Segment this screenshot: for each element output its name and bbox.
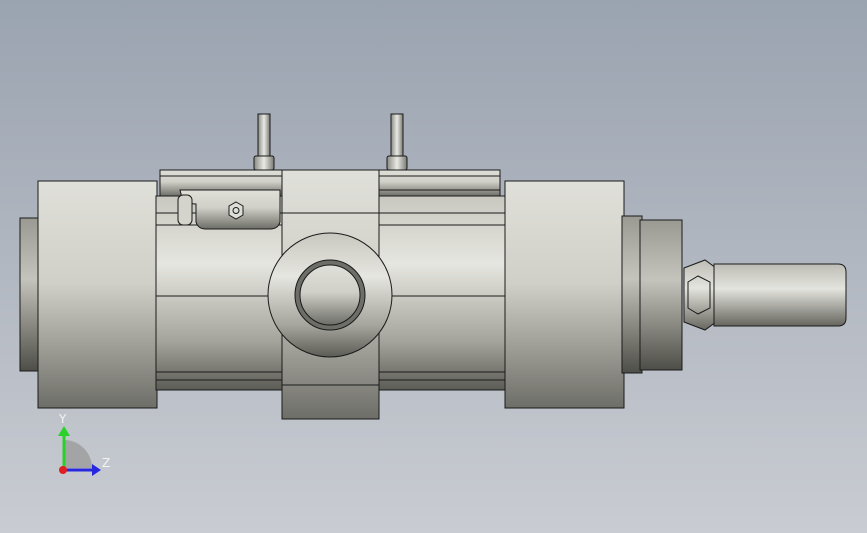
pin-right: [390, 113, 404, 161]
piston-rod: [713, 263, 847, 327]
pin-left: [257, 113, 271, 161]
rod-hex-nut: [683, 259, 717, 331]
axis-triad: [58, 426, 101, 476]
rear-end-cap: [37, 180, 158, 409]
hex-socket-screw: [228, 201, 244, 220]
x-axis-dot: [59, 466, 67, 474]
rear-cap-boss: [19, 217, 41, 372]
z-axis-label: Z: [102, 456, 111, 470]
cad-viewport[interactable]: Y Z: [0, 0, 867, 533]
y-axis-label: Y: [59, 412, 67, 426]
triad-plane-indicator: [64, 440, 92, 468]
front-end-cap: [504, 180, 625, 409]
cylinder-assembly-drawing[interactable]: [0, 0, 867, 533]
rod-bushing: [639, 219, 683, 371]
rod-gland: [621, 215, 643, 374]
